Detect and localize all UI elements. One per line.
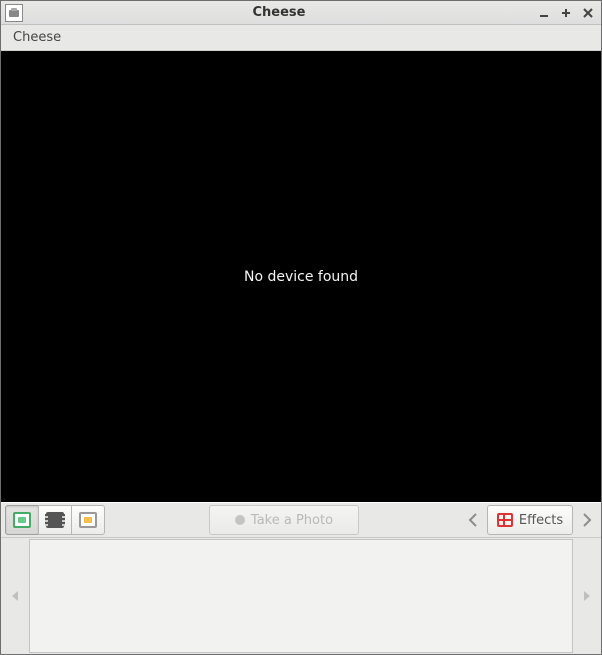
photo-icon — [13, 512, 31, 528]
thumbnail-strip — [1, 538, 601, 654]
thumb-prev-button[interactable] — [1, 538, 29, 654]
effects-button[interactable]: Effects — [487, 505, 573, 535]
mode-video-button[interactable] — [38, 505, 72, 535]
close-button[interactable] — [579, 4, 597, 22]
video-icon — [46, 512, 64, 528]
minimize-button[interactable] — [535, 4, 553, 22]
window-title: Cheese — [23, 5, 535, 20]
menubar: Cheese — [1, 25, 601, 51]
take-photo-button[interactable]: Take a Photo — [209, 505, 359, 535]
take-photo-label: Take a Photo — [251, 513, 333, 528]
menu-cheese[interactable]: Cheese — [7, 28, 67, 47]
titlebar: Cheese — [1, 1, 601, 25]
maximize-button[interactable] — [557, 4, 575, 22]
viewport-message: No device found — [244, 269, 358, 285]
thumbnail-area — [29, 539, 573, 653]
mode-group — [5, 505, 105, 535]
triangle-right-icon — [584, 591, 590, 601]
chevron-left-icon — [468, 513, 478, 527]
burst-icon — [79, 512, 97, 528]
app-icon — [5, 4, 23, 22]
effects-icon — [497, 513, 513, 527]
record-icon — [235, 515, 245, 525]
minimize-icon — [539, 8, 549, 18]
mode-photo-button[interactable] — [5, 505, 39, 535]
window-controls — [535, 4, 597, 22]
effects-next-button[interactable] — [577, 505, 597, 535]
app-window: Cheese Cheese No device found — [0, 0, 602, 655]
close-icon — [583, 8, 593, 18]
triangle-left-icon — [12, 591, 18, 601]
thumb-next-button[interactable] — [573, 538, 601, 654]
maximize-icon — [561, 8, 571, 18]
toolbar-center: Take a Photo — [109, 505, 459, 535]
effects-label: Effects — [519, 513, 563, 528]
toolbar: Take a Photo Effects — [1, 502, 601, 538]
camera-viewport: No device found — [1, 51, 601, 502]
mode-burst-button[interactable] — [71, 505, 105, 535]
effects-prev-button[interactable] — [463, 505, 483, 535]
chevron-right-icon — [582, 513, 592, 527]
